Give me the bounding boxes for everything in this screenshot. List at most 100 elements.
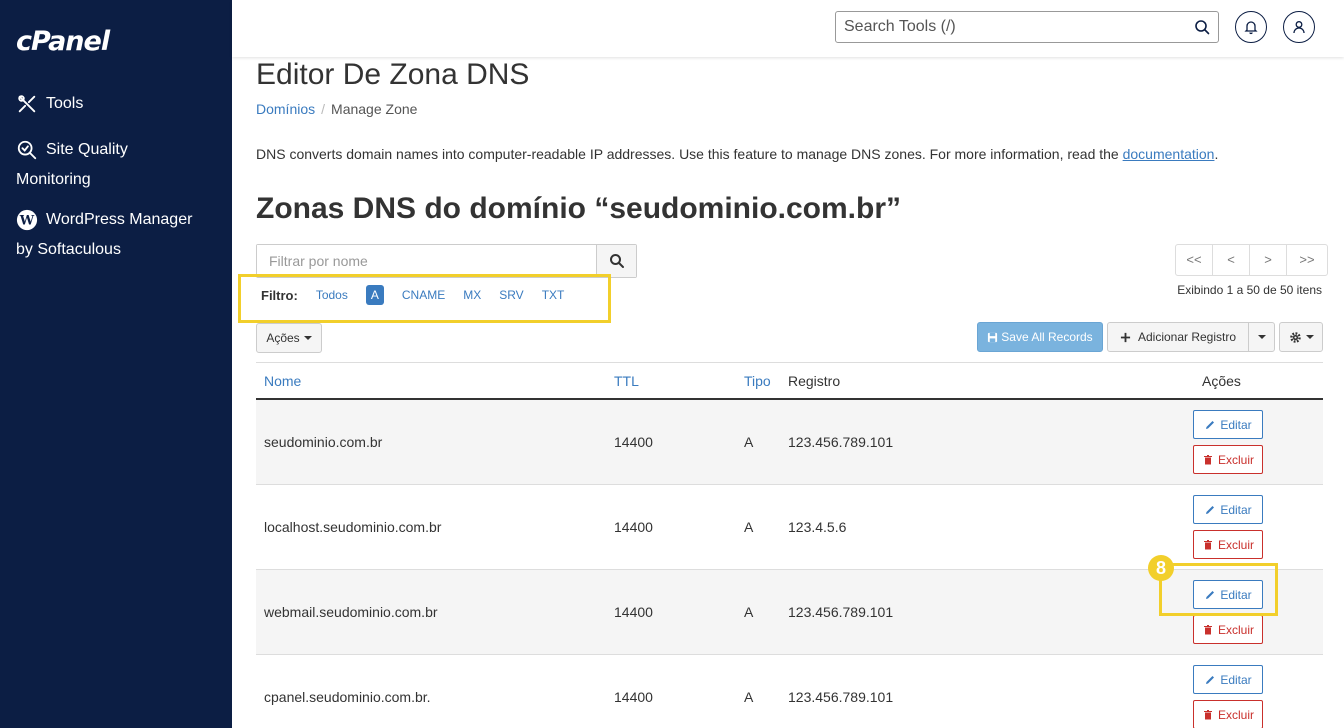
edit-button[interactable]: Editar bbox=[1193, 495, 1263, 524]
pagination: << < > >> bbox=[1175, 244, 1328, 276]
caret-down-icon bbox=[1305, 335, 1314, 339]
breadcrumb-separator: / bbox=[321, 101, 326, 117]
delete-label: Excluir bbox=[1217, 537, 1254, 552]
sidebar-item-label: Tools bbox=[46, 95, 84, 112]
gear-icon bbox=[1289, 331, 1301, 343]
svg-text:W: W bbox=[19, 213, 35, 228]
record-value: 123.4.5.6 bbox=[788, 519, 847, 535]
caret-down-icon bbox=[303, 336, 312, 340]
floppy-disk-icon bbox=[988, 332, 998, 342]
table-row: seudominio.com.br 14400 A 123.456.789.10… bbox=[256, 400, 1323, 485]
cpanel-logo[interactable]: cPanel bbox=[16, 26, 110, 57]
record-type: A bbox=[744, 689, 754, 705]
sidebar-item-tools[interactable]: Tools bbox=[16, 89, 83, 119]
delete-button[interactable]: Excluir bbox=[1193, 445, 1263, 474]
notifications-button[interactable] bbox=[1235, 11, 1267, 43]
tools-icon bbox=[16, 93, 38, 115]
record-name: webmail.seudominio.com.br bbox=[264, 604, 438, 620]
edit-label: Editar bbox=[1220, 502, 1252, 517]
delete-label: Excluir bbox=[1217, 707, 1254, 722]
pager-first[interactable]: << bbox=[1176, 245, 1213, 275]
edit-button[interactable]: Editar bbox=[1193, 665, 1263, 694]
sidebar-item-site-quality[interactable]: Site Quality Monitoring bbox=[16, 135, 128, 195]
description-text: DNS converts domain names into computer-… bbox=[256, 146, 1123, 162]
delete-button[interactable]: Excluir bbox=[1193, 615, 1263, 644]
pager-next[interactable]: > bbox=[1250, 245, 1287, 275]
filter-option-cname[interactable]: CNAME bbox=[402, 288, 445, 302]
record-name: seudominio.com.br bbox=[264, 434, 383, 450]
search-icon bbox=[609, 254, 624, 268]
search-tools bbox=[835, 11, 1219, 43]
delete-label: Excluir bbox=[1217, 452, 1254, 467]
pager-last[interactable]: >> bbox=[1287, 245, 1327, 275]
wordpress-icon: W bbox=[16, 209, 38, 231]
delete-button[interactable]: Excluir bbox=[1193, 700, 1263, 728]
save-all-label: Save All Records bbox=[1001, 330, 1093, 344]
filter-option-txt[interactable]: TXT bbox=[542, 288, 565, 302]
filter-option-a[interactable]: A bbox=[365, 285, 384, 305]
column-header-ttl[interactable]: TTL bbox=[614, 373, 639, 389]
record-ttl: 14400 bbox=[614, 519, 653, 535]
search-icon[interactable] bbox=[1194, 19, 1210, 35]
filter-option-mx[interactable]: MX bbox=[463, 288, 481, 302]
record-type: A bbox=[744, 519, 754, 535]
actions-dropdown-button[interactable]: Ações bbox=[256, 323, 322, 353]
trash-icon bbox=[1203, 539, 1212, 549]
record-value: 123.456.789.101 bbox=[788, 604, 894, 620]
actions-label: Ações bbox=[266, 331, 300, 345]
search-input[interactable] bbox=[836, 12, 1176, 42]
add-record-button[interactable]: Adicionar Registro bbox=[1107, 322, 1249, 352]
filter-option-todos[interactable]: Todos bbox=[316, 288, 348, 302]
magnifier-check-icon bbox=[16, 139, 38, 161]
filter-by-name bbox=[256, 244, 637, 278]
top-header bbox=[232, 0, 1344, 57]
dns-records-table: Nome TTL Tipo Registro Ações seudominio.… bbox=[256, 362, 1323, 728]
record-ttl: 14400 bbox=[614, 689, 653, 705]
record-type: A bbox=[744, 434, 754, 450]
record-value: 123.456.789.101 bbox=[788, 434, 894, 450]
add-record-dropdown-toggle[interactable] bbox=[1248, 322, 1275, 352]
bell-icon bbox=[1244, 21, 1258, 35]
record-name: cpanel.seudominio.com.br. bbox=[264, 689, 431, 705]
page-description: DNS converts domain names into computer-… bbox=[256, 146, 1218, 162]
delete-label: Excluir bbox=[1217, 622, 1254, 637]
record-value: 123.456.789.101 bbox=[788, 689, 894, 705]
page-title: Editor De Zona DNS bbox=[256, 58, 530, 91]
plus-icon bbox=[1120, 332, 1131, 342]
column-header-record: Registro bbox=[788, 373, 841, 389]
step-badge: 8 bbox=[1148, 555, 1174, 581]
documentation-link[interactable]: documentation bbox=[1123, 146, 1215, 162]
column-header-type[interactable]: Tipo bbox=[744, 373, 771, 389]
record-ttl: 14400 bbox=[614, 434, 653, 450]
user-icon bbox=[1293, 21, 1305, 34]
sidebar-item-label-2: by Softaculous bbox=[16, 241, 121, 258]
pencil-icon bbox=[1206, 505, 1215, 514]
caret-down-icon bbox=[1257, 335, 1266, 339]
filter-option-srv[interactable]: SRV bbox=[499, 288, 523, 302]
filter-search-button[interactable] bbox=[596, 245, 636, 277]
pencil-icon bbox=[1206, 420, 1215, 429]
type-filter: Filtro: Todos A CNAME MX SRV TXT bbox=[261, 284, 582, 306]
filter-label: Filtro: bbox=[261, 287, 298, 303]
sidebar-item-wordpress[interactable]: W WordPress Manager by Softaculous bbox=[16, 205, 192, 265]
pager-prev[interactable]: < bbox=[1213, 245, 1250, 275]
edit-highlight-box bbox=[1159, 563, 1278, 616]
breadcrumb-current: Manage Zone bbox=[331, 101, 418, 117]
user-menu-button[interactable] bbox=[1283, 11, 1315, 43]
add-record-label: Adicionar Registro bbox=[1137, 330, 1237, 344]
sidebar: cPanel Tools Site Quality Monitoring W W… bbox=[0, 0, 232, 728]
breadcrumb-domains-link[interactable]: Domínios bbox=[256, 101, 315, 117]
trash-icon bbox=[1203, 709, 1212, 719]
settings-dropdown-button[interactable] bbox=[1279, 322, 1323, 352]
filter-input[interactable] bbox=[257, 245, 597, 277]
edit-button[interactable]: Editar bbox=[1193, 410, 1263, 439]
column-header-name[interactable]: Nome bbox=[264, 373, 301, 389]
delete-button[interactable]: Excluir bbox=[1193, 530, 1263, 559]
column-header-actions: Ações bbox=[1202, 373, 1241, 389]
record-name: localhost.seudominio.com.br bbox=[264, 519, 442, 535]
save-all-records-button[interactable]: Save All Records bbox=[977, 322, 1103, 352]
table-header: Nome TTL Tipo Registro Ações bbox=[256, 362, 1323, 400]
record-type: A bbox=[744, 604, 754, 620]
sidebar-item-label-2: Monitoring bbox=[16, 171, 91, 188]
pencil-icon bbox=[1206, 675, 1215, 684]
